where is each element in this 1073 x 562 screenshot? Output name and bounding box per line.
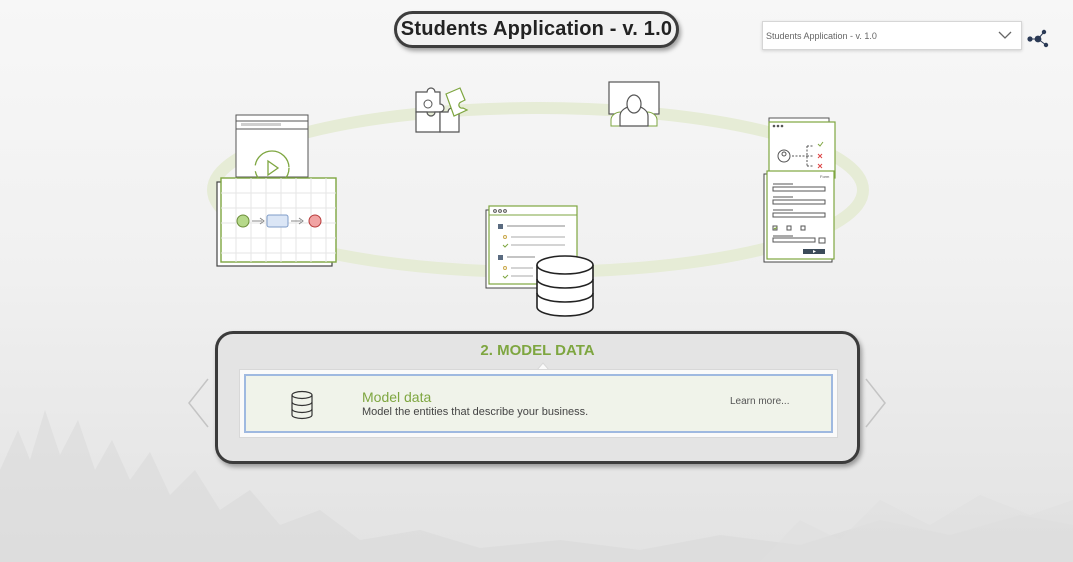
next-step-arrow-icon[interactable] <box>864 377 888 429</box>
app-selector-dropdown[interactable]: Students Application - v. 1.0 <box>762 21 1022 50</box>
model-data-card[interactable]: Model data Model the entities that descr… <box>244 374 833 433</box>
page-title: Students Application - v. 1.0 <box>394 11 679 48</box>
form-icon-label: Form <box>820 174 830 179</box>
app-selector-value: Students Application - v. 1.0 <box>766 30 877 41</box>
puzzle-icon[interactable] <box>413 82 471 136</box>
step-panel: 2. MODEL DATA Model data Model the entit… <box>215 331 860 464</box>
form-icon[interactable]: Form <box>763 116 837 266</box>
card-title: Model data <box>362 389 432 405</box>
process-flow-icon[interactable] <box>216 113 338 268</box>
database-icon[interactable] <box>485 205 595 321</box>
dots-network-icon[interactable] <box>1026 28 1050 48</box>
chevron-down-icon <box>998 31 1012 39</box>
database-icon <box>291 390 313 420</box>
previous-step-arrow-icon[interactable] <box>186 377 210 429</box>
card-description: Model the entities that describe your bu… <box>362 406 589 418</box>
learn-more-link[interactable]: Learn more... <box>730 396 789 407</box>
step-card-container: Model data Model the entities that descr… <box>239 369 838 438</box>
user-group-icon[interactable] <box>606 80 662 128</box>
step-title: 2. MODEL DATA <box>480 342 595 359</box>
